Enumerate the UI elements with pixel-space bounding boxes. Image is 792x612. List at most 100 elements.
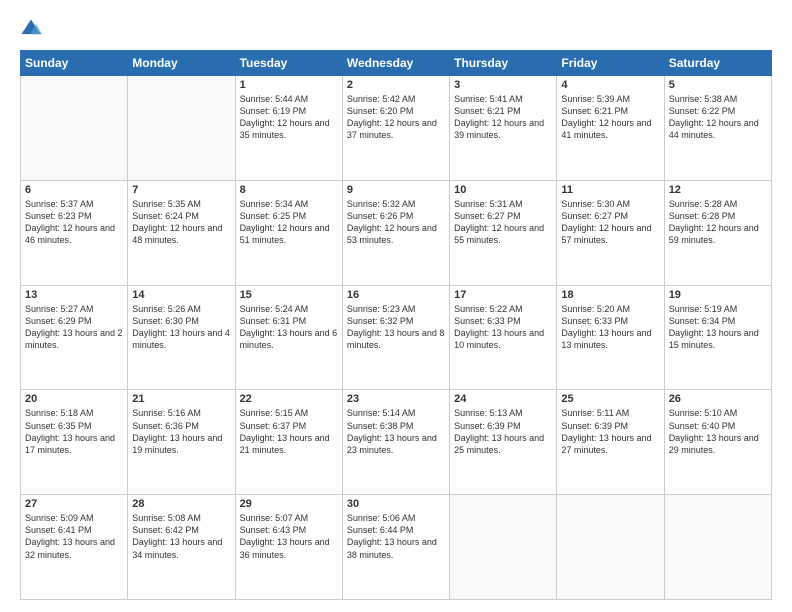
day-number: 28 <box>132 498 230 510</box>
calendar-cell: 4Sunrise: 5:39 AM Sunset: 6:21 PM Daylig… <box>557 76 664 181</box>
calendar-cell: 2 Sunrise: 5:42 AM Sunset: 6:20 PM Daylig… <box>342 76 449 181</box>
day-info: Sunrise: 5:11 AM Sunset: 6:39 PM Dayligh… <box>561 407 659 456</box>
calendar-header-saturday: Saturday <box>664 51 771 76</box>
day-number: 9 <box>347 184 445 196</box>
day-info: Sunrise: 5:09 AM Sunset: 6:41 PM Dayligh… <box>25 512 123 561</box>
header <box>20 18 772 40</box>
day-info: Sunrise: 5:18 AM Sunset: 6:35 PM Dayligh… <box>25 407 123 456</box>
day-info: Sunrise: 5:32 AM Sunset: 6:26 PM Dayligh… <box>347 198 445 247</box>
day-number: 10 <box>454 184 552 196</box>
calendar-cell: 8Sunrise: 5:34 AM Sunset: 6:25 PM Daylig… <box>235 180 342 285</box>
day-number: 21 <box>132 393 230 405</box>
calendar-cell: 7 Sunrise: 5:35 AM Sunset: 6:24 PM Daylig… <box>128 180 235 285</box>
day-number: 5 <box>669 79 767 91</box>
calendar-header-tuesday: Tuesday <box>235 51 342 76</box>
logo-icon <box>20 18 42 40</box>
day-info: Sunrise: 5:30 AM Sunset: 6:27 PM Dayligh… <box>561 198 659 247</box>
calendar-cell: 1 Sunrise: 5:44 AM Sunset: 6:19 PM Daylig… <box>235 76 342 181</box>
day-info: Sunrise: 5:06 AM Sunset: 6:44 PM Dayligh… <box>347 512 445 561</box>
calendar-cell: 14 Sunrise: 5:26 AM Sunset: 6:30 PM Dayli… <box>128 285 235 390</box>
day-info: Sunrise: 5:22 AM Sunset: 6:33 PM Dayligh… <box>454 303 552 352</box>
calendar-cell: 12 Sunrise: 5:28 AM Sunset: 6:28 PM Dayli… <box>664 180 771 285</box>
calendar-cell: 30Sunrise: 5:06 AM Sunset: 6:44 PM Dayli… <box>342 495 449 600</box>
day-number: 14 <box>132 289 230 301</box>
day-info: Sunrise: 5:15 AM Sunset: 6:37 PM Dayligh… <box>240 407 338 456</box>
day-number: 12 <box>669 184 767 196</box>
calendar-cell: 5 Sunrise: 5:38 AM Sunset: 6:22 PM Daylig… <box>664 76 771 181</box>
logo <box>20 18 46 40</box>
calendar-cell: 15Sunrise: 5:24 AM Sunset: 6:31 PM Dayli… <box>235 285 342 390</box>
calendar-cell: 22 Sunrise: 5:15 AM Sunset: 6:37 PM Dayli… <box>235 390 342 495</box>
day-number: 1 <box>240 79 338 91</box>
calendar-cell: 19Sunrise: 5:19 AM Sunset: 6:34 PM Dayli… <box>664 285 771 390</box>
day-number: 20 <box>25 393 123 405</box>
day-number: 17 <box>454 289 552 301</box>
calendar-week-1: 6 Sunrise: 5:37 AM Sunset: 6:23 PM Daylig… <box>21 180 772 285</box>
calendar-cell: 20 Sunrise: 5:18 AM Sunset: 6:35 PM Dayli… <box>21 390 128 495</box>
day-info: Sunrise: 5:35 AM Sunset: 6:24 PM Dayligh… <box>132 198 230 247</box>
calendar-header-monday: Monday <box>128 51 235 76</box>
calendar-cell: 3 Sunrise: 5:41 AM Sunset: 6:21 PM Daylig… <box>450 76 557 181</box>
day-info: Sunrise: 5:41 AM Sunset: 6:21 PM Dayligh… <box>454 93 552 142</box>
day-info: Sunrise: 5:28 AM Sunset: 6:28 PM Dayligh… <box>669 198 767 247</box>
day-info: Sunrise: 5:19 AM Sunset: 6:34 PM Dayligh… <box>669 303 767 352</box>
day-number: 16 <box>347 289 445 301</box>
calendar-week-0: 1 Sunrise: 5:44 AM Sunset: 6:19 PM Daylig… <box>21 76 772 181</box>
calendar-cell: 25 Sunrise: 5:11 AM Sunset: 6:39 PM Dayli… <box>557 390 664 495</box>
day-number: 18 <box>561 289 659 301</box>
day-number: 24 <box>454 393 552 405</box>
day-info: Sunrise: 5:38 AM Sunset: 6:22 PM Dayligh… <box>669 93 767 142</box>
calendar-table: SundayMondayTuesdayWednesdayThursdayFrid… <box>20 50 772 600</box>
day-number: 27 <box>25 498 123 510</box>
calendar-cell: 27 Sunrise: 5:09 AM Sunset: 6:41 PM Dayli… <box>21 495 128 600</box>
day-number: 7 <box>132 184 230 196</box>
day-number: 26 <box>669 393 767 405</box>
day-info: Sunrise: 5:14 AM Sunset: 6:38 PM Dayligh… <box>347 407 445 456</box>
calendar-week-2: 13 Sunrise: 5:27 AM Sunset: 6:29 PM Dayli… <box>21 285 772 390</box>
calendar-cell: 6 Sunrise: 5:37 AM Sunset: 6:23 PM Daylig… <box>21 180 128 285</box>
calendar-header-thursday: Thursday <box>450 51 557 76</box>
day-info: Sunrise: 5:26 AM Sunset: 6:30 PM Dayligh… <box>132 303 230 352</box>
calendar-header-sunday: Sunday <box>21 51 128 76</box>
day-info: Sunrise: 5:08 AM Sunset: 6:42 PM Dayligh… <box>132 512 230 561</box>
day-info: Sunrise: 5:27 AM Sunset: 6:29 PM Dayligh… <box>25 303 123 352</box>
day-info: Sunrise: 5:07 AM Sunset: 6:43 PM Dayligh… <box>240 512 338 561</box>
calendar-cell <box>664 495 771 600</box>
day-number: 4 <box>561 79 659 91</box>
day-info: Sunrise: 5:37 AM Sunset: 6:23 PM Dayligh… <box>25 198 123 247</box>
calendar-cell: 17 Sunrise: 5:22 AM Sunset: 6:33 PM Dayli… <box>450 285 557 390</box>
day-number: 25 <box>561 393 659 405</box>
day-info: Sunrise: 5:10 AM Sunset: 6:40 PM Dayligh… <box>669 407 767 456</box>
calendar-header-wednesday: Wednesday <box>342 51 449 76</box>
calendar-cell: 16 Sunrise: 5:23 AM Sunset: 6:32 PM Dayli… <box>342 285 449 390</box>
calendar-cell: 29 Sunrise: 5:07 AM Sunset: 6:43 PM Dayli… <box>235 495 342 600</box>
calendar-cell: 13 Sunrise: 5:27 AM Sunset: 6:29 PM Dayli… <box>21 285 128 390</box>
day-info: Sunrise: 5:20 AM Sunset: 6:33 PM Dayligh… <box>561 303 659 352</box>
calendar-week-4: 27 Sunrise: 5:09 AM Sunset: 6:41 PM Dayli… <box>21 495 772 600</box>
calendar-header-friday: Friday <box>557 51 664 76</box>
day-info: Sunrise: 5:16 AM Sunset: 6:36 PM Dayligh… <box>132 407 230 456</box>
calendar-header-row: SundayMondayTuesdayWednesdayThursdayFrid… <box>21 51 772 76</box>
day-info: Sunrise: 5:13 AM Sunset: 6:39 PM Dayligh… <box>454 407 552 456</box>
calendar-week-3: 20 Sunrise: 5:18 AM Sunset: 6:35 PM Dayli… <box>21 390 772 495</box>
day-number: 3 <box>454 79 552 91</box>
calendar-cell <box>557 495 664 600</box>
calendar-cell <box>450 495 557 600</box>
calendar-cell: 9 Sunrise: 5:32 AM Sunset: 6:26 PM Daylig… <box>342 180 449 285</box>
calendar-cell: 21 Sunrise: 5:16 AM Sunset: 6:36 PM Dayli… <box>128 390 235 495</box>
day-number: 15 <box>240 289 338 301</box>
day-number: 29 <box>240 498 338 510</box>
day-number: 13 <box>25 289 123 301</box>
day-number: 22 <box>240 393 338 405</box>
day-info: Sunrise: 5:23 AM Sunset: 6:32 PM Dayligh… <box>347 303 445 352</box>
day-number: 23 <box>347 393 445 405</box>
calendar-cell: 28 Sunrise: 5:08 AM Sunset: 6:42 PM Dayli… <box>128 495 235 600</box>
day-number: 6 <box>25 184 123 196</box>
day-info: Sunrise: 5:42 AM Sunset: 6:20 PM Dayligh… <box>347 93 445 142</box>
calendar-cell: 10Sunrise: 5:31 AM Sunset: 6:27 PM Dayli… <box>450 180 557 285</box>
day-number: 8 <box>240 184 338 196</box>
calendar-cell <box>21 76 128 181</box>
day-number: 2 <box>347 79 445 91</box>
calendar-cell: 26 Sunrise: 5:10 AM Sunset: 6:40 PM Dayli… <box>664 390 771 495</box>
day-info: Sunrise: 5:44 AM Sunset: 6:19 PM Dayligh… <box>240 93 338 142</box>
